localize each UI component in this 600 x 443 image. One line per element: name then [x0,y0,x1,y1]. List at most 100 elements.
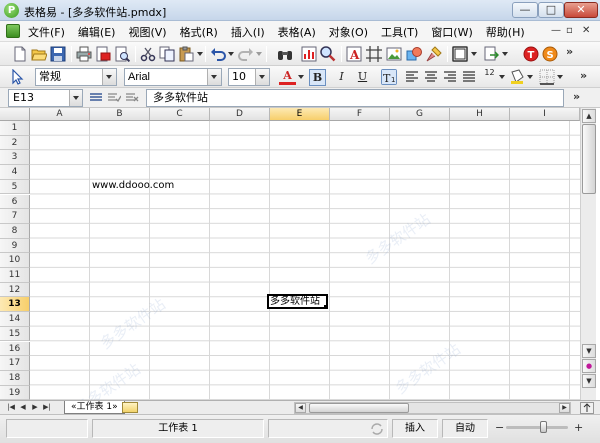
formula-cancel-icon[interactable] [125,92,139,103]
page-down-icon[interactable]: ▼ [582,374,596,388]
cell-b5[interactable]: www.ddooo.com [92,180,174,191]
save-icon[interactable] [50,46,66,62]
formula-input[interactable]: 多多软件站 [146,89,564,107]
minimize-button[interactable]: — [512,2,538,18]
redo-dropdown-icon[interactable] [256,52,262,56]
menu-item-4[interactable]: 插入(I) [231,24,265,40]
borders-dropdown-icon[interactable] [557,75,563,79]
zoom-out-button[interactable]: − [495,421,504,434]
softmaker-s-icon[interactable]: S [542,46,558,62]
row-header-13[interactable]: 13 [0,297,30,313]
column-header-e[interactable]: E [270,108,330,121]
fill-handle[interactable] [324,305,328,309]
picture-frame-icon[interactable] [386,46,402,62]
cell-area[interactable] [30,121,580,400]
next-sheet-icon[interactable]: ▶ [30,402,40,413]
column-header-b[interactable]: B [90,108,150,121]
format-painter-icon[interactable] [426,46,442,62]
horizontal-scroll-thumb[interactable] [309,403,409,413]
vertical-scrollbar[interactable]: ▲ ▼ ● ▼ [580,108,596,400]
auto-mode-indicator[interactable]: 自动 [442,419,488,438]
justify-icon[interactable] [461,69,477,85]
row-header-2[interactable]: 2 [0,135,30,151]
font-size-combo[interactable]: 10 [228,68,270,86]
chevron-down-icon[interactable] [102,69,116,85]
horizontal-scrollbar[interactable]: ◀ ▶ [294,402,571,414]
copy-icon[interactable] [159,46,175,62]
chevron-down-icon[interactable] [255,69,269,85]
pointer-icon[interactable] [10,69,26,85]
new-document-icon[interactable] [12,46,28,62]
insert-mode-indicator[interactable]: 插入 [392,419,438,438]
select-all-corner[interactable] [0,108,30,121]
undo-dropdown-icon[interactable] [228,52,234,56]
row-header-1[interactable]: 1 [0,121,30,136]
row-header-3[interactable]: 3 [0,150,30,166]
mdi-minimize-icon[interactable]: — [551,25,561,36]
spreadsheet-grid[interactable]: ABCDEFGHI 1 2 3 4 5 6 7 8 9 10 11 12 13 14 15 16 17 18 19 … [0,108,600,400]
font-color-button[interactable]: A [279,69,296,85]
row-header-7[interactable]: 7 [0,209,30,224]
zoom-slider-knob[interactable] [540,421,547,433]
scroll-up-icon[interactable]: ▲ [582,109,596,123]
column-header-g[interactable]: G [390,108,450,121]
cell-shading-dropdown-icon[interactable] [527,75,533,79]
menu-item-8[interactable]: 窗口(W) [431,24,472,40]
menu-item-0[interactable]: 文件(F) [28,24,65,40]
mdi-restore-icon[interactable]: ▫ [566,25,573,36]
column-header-h[interactable]: H [450,108,510,121]
font-color-dropdown-icon[interactable] [298,75,304,79]
navigator-icon[interactable] [483,46,499,62]
menu-item-3[interactable]: 格式(R) [180,24,218,40]
row-header-15[interactable]: 15 [0,326,30,342]
align-right-icon[interactable] [442,69,458,85]
row-header-17[interactable]: 17 [0,356,30,371]
formula-list-icon[interactable] [89,92,103,103]
italic-button[interactable]: I [333,69,350,86]
cut-icon[interactable] [140,46,156,62]
menu-item-2[interactable]: 视图(V) [128,24,166,40]
column-header-d[interactable]: D [210,108,270,121]
row-header-10[interactable]: 10 [0,253,30,268]
scroll-down-icon[interactable]: ▼ [582,344,596,358]
table-frame-icon[interactable] [366,46,382,62]
column-header-i[interactable]: I [510,108,580,121]
formula-bar-overflow-icon[interactable]: » [573,90,580,103]
paragraph-style-combo[interactable]: 常规 [35,68,117,86]
menu-item-9[interactable]: 帮助(H) [486,24,525,40]
page-layout-dropdown-icon[interactable] [471,52,477,56]
menu-item-1[interactable]: 编辑(E) [78,24,116,40]
row-header-14[interactable]: 14 [0,312,30,327]
vertical-scroll-thumb[interactable] [582,124,596,194]
new-sheet-icon[interactable] [122,402,138,413]
column-header-a[interactable]: A [30,108,90,121]
row-header-19[interactable]: 19 [0,385,30,400]
first-sheet-icon[interactable]: |◀ [6,402,16,413]
row-header-4[interactable]: 4 [0,165,30,180]
text-style-t1-icon[interactable]: T1 [381,69,397,85]
number-format-dropdown-icon[interactable] [499,75,505,79]
borders-icon[interactable] [539,69,555,85]
row-header-16[interactable]: 16 [0,341,30,357]
redo-icon[interactable] [238,46,254,62]
menu-item-5[interactable]: 表格(A) [278,24,316,40]
cell-shading-icon[interactable] [509,69,525,85]
row-header-6[interactable]: 6 [0,194,30,210]
print-preview-icon[interactable] [114,46,130,62]
open-folder-icon[interactable] [31,46,47,62]
active-cell-e13[interactable]: 多多软件站 [267,294,328,309]
find-binoculars-icon[interactable] [277,46,293,62]
formula-accept-icon[interactable] [107,92,121,103]
page-up-icon[interactable]: ● [582,359,596,373]
sheet-tab-1[interactable]: «工作表 1» [64,401,125,414]
standard-toolbar-overflow-icon[interactable]: » [566,45,573,58]
page-layout-icon[interactable] [452,46,468,62]
last-sheet-icon[interactable]: ▶| [42,402,52,413]
formatting-toolbar-overflow-icon[interactable]: » [580,69,587,82]
scroll-left-icon[interactable]: ◀ [295,403,306,413]
maximize-button[interactable]: □ [538,2,564,18]
row-header-12[interactable]: 12 [0,282,30,298]
print-icon[interactable] [76,46,92,62]
zoom-in-button[interactable]: + [574,421,583,434]
column-header-c[interactable]: C [150,108,210,121]
